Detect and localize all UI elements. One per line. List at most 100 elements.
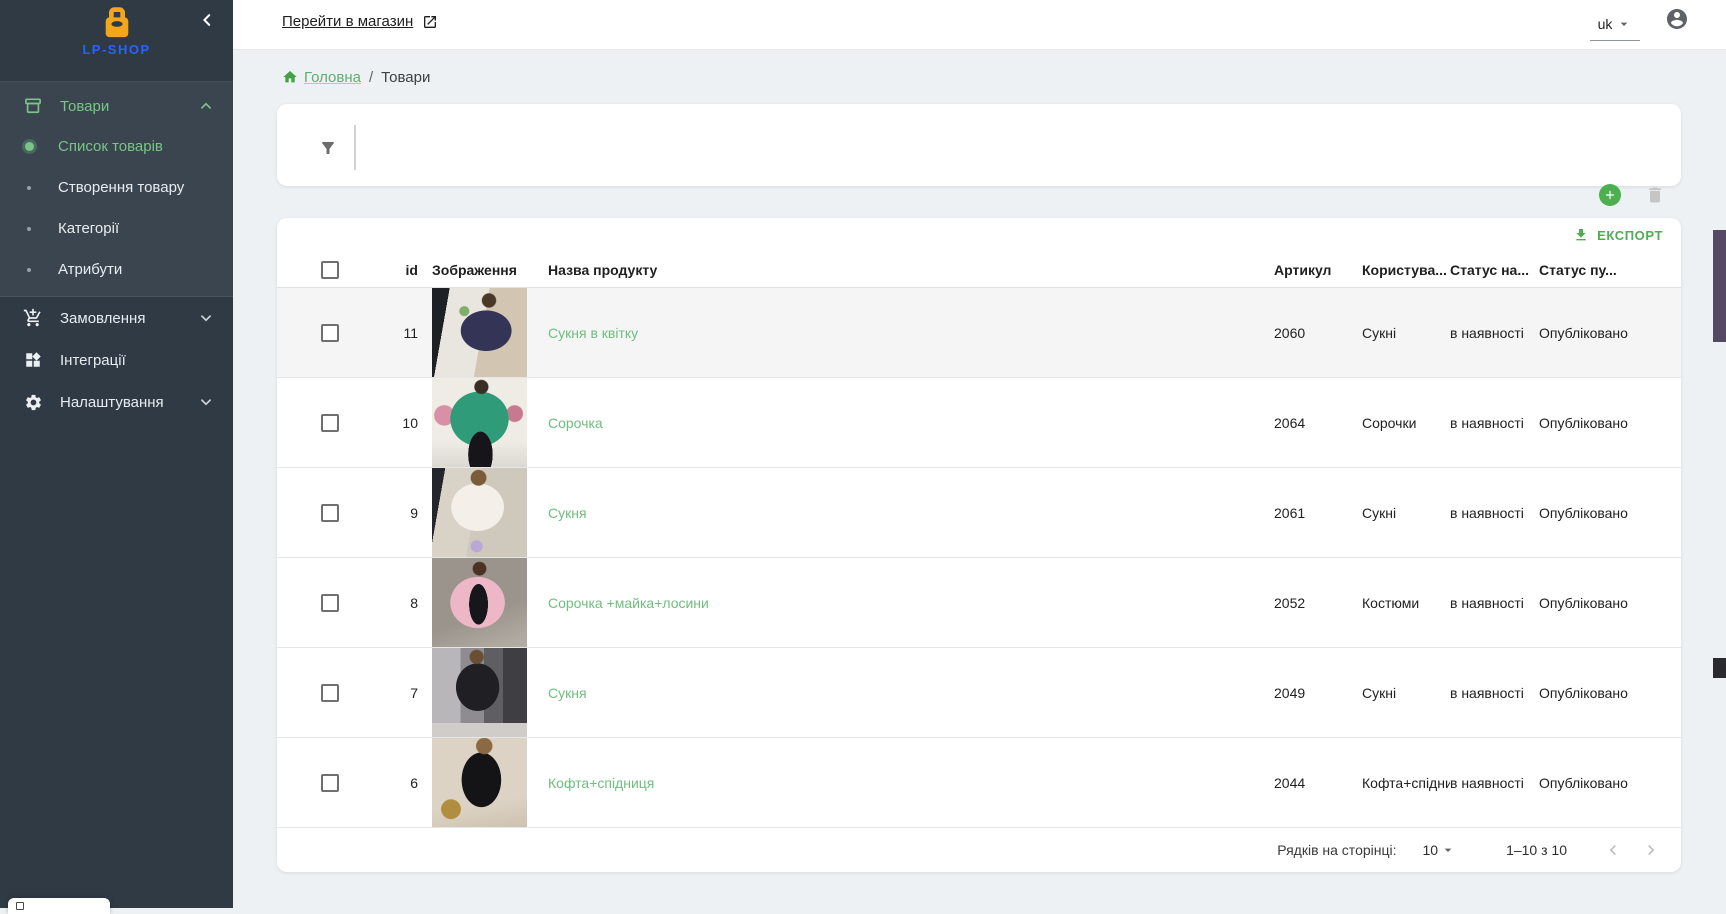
product-name-link[interactable]: Сорочка (548, 415, 603, 431)
sidebar-item-product-list[interactable]: Список товарів (0, 126, 233, 167)
product-name-link[interactable]: Сукня в квітку (548, 325, 638, 341)
product-id: 8 (367, 558, 422, 647)
chevron-down-icon (197, 309, 215, 327)
rows-per-page-value: 10 (1423, 842, 1439, 858)
sidebar-item-settings[interactable]: Налаштування (0, 381, 233, 423)
row-checkbox[interactable] (321, 594, 339, 612)
product-stock-status: в наявності (1450, 648, 1539, 737)
sidebar-collapse-button[interactable] (195, 8, 219, 32)
product-photo[interactable] (432, 648, 527, 737)
home-icon (282, 69, 298, 85)
product-sku: 2060 (1274, 288, 1362, 377)
sidebar-item-label: Товари (60, 98, 197, 115)
export-button[interactable]: ЕКСПОРТ (1573, 227, 1663, 243)
column-header-name: Назва продукту (527, 262, 1274, 278)
bullet-dot-icon (22, 186, 36, 190)
product-sku: 2061 (1274, 468, 1362, 557)
product-name-link[interactable]: Сукня (548, 505, 587, 521)
settings-gear-icon (22, 393, 44, 412)
table-row[interactable]: 11 Сукня в квітку 2060 Сукні в наявності… (277, 288, 1681, 378)
chevron-right-icon (1641, 840, 1661, 860)
product-name-link[interactable]: Сукня (548, 685, 587, 701)
active-dot-icon (22, 142, 36, 151)
product-photo[interactable] (432, 378, 527, 467)
rows-per-page-select[interactable]: 10 (1423, 842, 1457, 858)
product-id: 7 (367, 648, 422, 737)
sidebar-item-label: Замовлення (60, 310, 197, 327)
product-photo[interactable] (432, 738, 527, 827)
sidebar-item-products[interactable]: Товари (0, 86, 233, 126)
previous-page-button[interactable] (1601, 838, 1625, 862)
sidebar-item-categories[interactable]: Категорії (0, 208, 233, 249)
language-select[interactable]: uk (1590, 8, 1640, 41)
product-sku: 2049 (1274, 648, 1362, 737)
product-user-category: Кофта+спідниц (1362, 738, 1450, 827)
main-content: Головна / Товари ЕКСПОРТ (233, 50, 1726, 908)
add-product-button[interactable] (1599, 184, 1621, 206)
product-id: 9 (367, 468, 422, 557)
product-publish-status: Опубліковано (1539, 558, 1681, 647)
product-publish-status: Опубліковано (1539, 738, 1681, 827)
breadcrumb: Головна / Товари (282, 65, 430, 89)
background-window-sliver (1713, 658, 1726, 678)
trash-icon (1645, 185, 1665, 205)
product-id: 11 (367, 288, 422, 377)
table-row[interactable]: 9 Сукня 2061 Сукні в наявності Опубліков… (277, 468, 1681, 558)
sidebar-item-attributes[interactable]: Атрибути (0, 249, 233, 290)
pagination-bar: Рядків на сторінці: 10 1–10 з 10 (277, 828, 1681, 872)
go-to-store-link[interactable]: Перейти в магазин (282, 13, 438, 30)
account-menu-button[interactable] (1665, 7, 1689, 31)
sidebar-item-orders[interactable]: Замовлення (0, 297, 233, 339)
product-id: 10 (367, 378, 422, 467)
product-photo[interactable] (432, 288, 527, 377)
sidebar-item-integrations[interactable]: Інтеграції (0, 339, 233, 381)
sidebar-subitem-label: Список товарів (58, 138, 163, 155)
product-name-link[interactable]: Сорочка +майка+лосини (548, 595, 709, 611)
filter-button[interactable] (315, 135, 341, 161)
row-checkbox[interactable] (321, 324, 339, 342)
delete-selected-button[interactable] (1645, 185, 1665, 205)
product-sku: 2064 (1274, 378, 1362, 467)
product-sku: 2044 (1274, 738, 1362, 827)
logo-text: LP-SHOP (82, 42, 150, 57)
table-row[interactable]: 6 Кофта+спідниця 2044 Кофта+спідниц в на… (277, 738, 1681, 828)
table-row[interactable]: 10 Сорочка 2064 Сорочки в наявності Опуб… (277, 378, 1681, 468)
bottom-left-popup (8, 898, 110, 914)
column-header-stock-status: Статус на... (1450, 262, 1539, 278)
next-page-button[interactable] (1639, 838, 1663, 862)
breadcrumb-separator: / (369, 69, 373, 86)
select-all-checkbox[interactable] (321, 261, 339, 279)
product-user-category: Сорочки (1362, 378, 1450, 467)
bullet-dot-icon (22, 268, 36, 272)
breadcrumb-home-label: Головна (304, 69, 361, 86)
shopping-bag-logo-icon (101, 6, 133, 40)
account-avatar-icon (1665, 7, 1689, 31)
product-publish-status: Опубліковано (1539, 648, 1681, 737)
column-header-id: id (367, 262, 422, 278)
product-name-link[interactable]: Кофта+спідниця (548, 775, 654, 791)
column-header-image: Зображення (422, 262, 527, 278)
sidebar-subitem-label: Атрибути (58, 261, 122, 278)
table-header-row: id Зображення Назва продукту Артикул Кор… (277, 252, 1681, 288)
sidebar-item-label: Інтеграції (60, 352, 215, 369)
row-checkbox[interactable] (321, 684, 339, 702)
integrations-widgets-icon (22, 351, 44, 369)
product-photo[interactable] (432, 468, 527, 557)
column-header-sku: Артикул (1274, 262, 1362, 278)
row-checkbox[interactable] (321, 504, 339, 522)
pagination-range-label: 1–10 з 10 (1506, 842, 1567, 858)
table-row[interactable]: 8 Сорочка +майка+лосини 2052 Костюми в н… (277, 558, 1681, 648)
column-header-user-category: Користува... (1362, 262, 1450, 278)
row-checkbox[interactable] (321, 774, 339, 792)
breadcrumb-current: Товари (381, 69, 430, 86)
breadcrumb-home-link[interactable]: Головна (282, 69, 361, 86)
product-photo[interactable] (432, 558, 527, 647)
table-row[interactable]: 7 Сукня 2049 Сукні в наявності Опубліков… (277, 648, 1681, 738)
sidebar-item-product-create[interactable]: Створення товару (0, 167, 233, 208)
row-checkbox[interactable] (321, 414, 339, 432)
plus-icon (1603, 188, 1617, 202)
table-body: 11 Сукня в квітку 2060 Сукні в наявності… (277, 288, 1681, 828)
product-user-category: Сукні (1362, 288, 1450, 377)
orders-cart-icon (22, 308, 44, 328)
products-table-card: ЕКСПОРТ id Зображення Назва продукту Арт… (277, 218, 1681, 872)
